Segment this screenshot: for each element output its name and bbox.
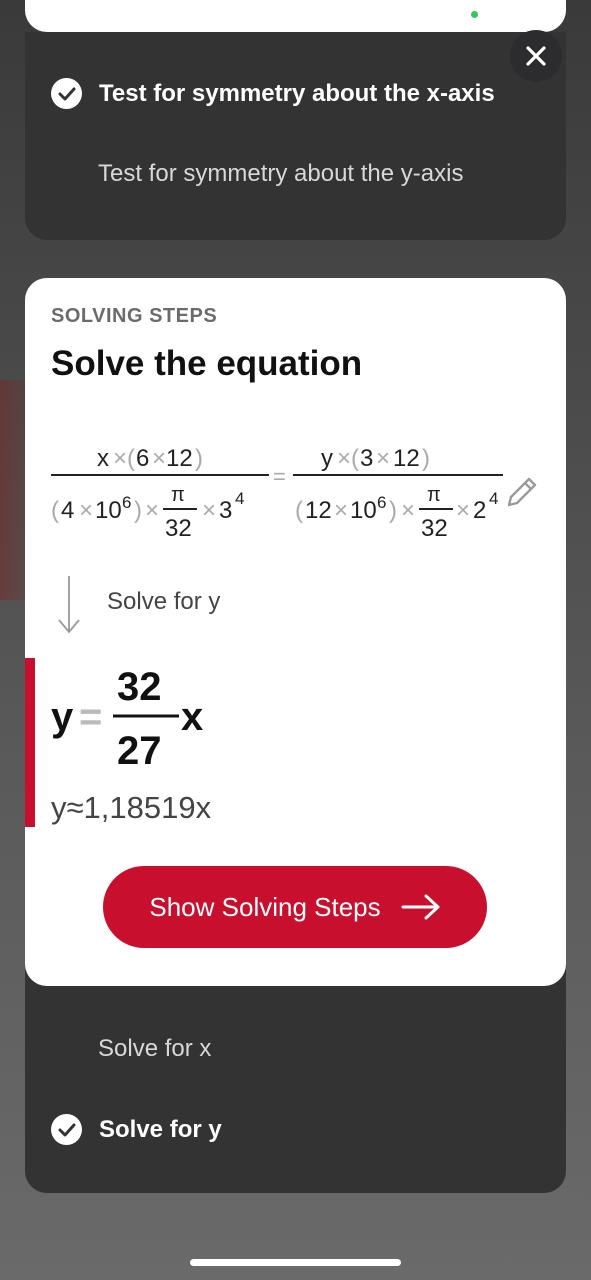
result-equation: y = 32 27 x (51, 665, 203, 773)
option-solve-y[interactable]: Solve for y (51, 1114, 222, 1145)
eq-rhs-pi: π (427, 484, 441, 506)
eq-rhs-num-a: 3 (360, 445, 373, 472)
option-label: Test for symmetry about the y-axis (98, 160, 464, 187)
eq-rhs-den-exp: 6 (377, 493, 386, 512)
check-icon (51, 1114, 82, 1145)
status-dot (471, 11, 478, 18)
eq-rhs-base: 2 (473, 497, 486, 524)
svg-text:): ) (389, 497, 397, 524)
svg-text:(: ( (127, 445, 135, 472)
options-panel-top: Test for symmetry about the x-axis Test … (25, 32, 566, 240)
eq-times: × (113, 445, 127, 472)
svg-text:(: ( (351, 445, 359, 472)
svg-text:(: ( (295, 497, 303, 524)
eq-lhs-num-a: 6 (136, 445, 149, 472)
result-accent-bar (25, 658, 35, 827)
eq-lhs-var: x (97, 445, 109, 472)
eq-rhs-den-c: 12 (305, 497, 332, 524)
card-eyebrow: SOLVING STEPS (51, 305, 218, 327)
cta-label: Show Solving Steps (149, 891, 381, 922)
svg-text:×: × (456, 497, 470, 524)
option-label: Test for symmetry about the x-axis (99, 79, 495, 107)
eq-rhs-den-32: 32 (421, 515, 448, 542)
option-symmetry-x[interactable]: Test for symmetry about the x-axis (51, 78, 495, 109)
svg-text:×: × (145, 497, 159, 524)
home-indicator[interactable] (190, 1259, 401, 1266)
eq-lhs-den-c: 4 (61, 497, 74, 524)
option-label: Solve for y (99, 1115, 222, 1143)
eq-rhs-var: y (321, 445, 333, 472)
eq-rhs-num-b: 12 (393, 445, 420, 472)
eq-rhs-den-ten: 10 (350, 497, 377, 524)
eq-equals: = (273, 464, 286, 489)
previous-card-edge (25, 0, 566, 32)
result-var: y (51, 695, 74, 739)
eq-lhs-den-32: 32 (165, 515, 192, 542)
eq-lhs-den-ten: 10 (95, 497, 122, 524)
result-num: 32 (117, 665, 162, 709)
svg-text:×: × (79, 497, 93, 524)
options-panel-bottom: Solve for x Solve for y (25, 960, 566, 1193)
pencil-icon[interactable] (503, 473, 541, 511)
step-label: Solve for y (107, 588, 221, 615)
eq-lhs-pow: 4 (235, 489, 244, 508)
svg-text:×: × (334, 497, 348, 524)
check-icon (51, 78, 82, 109)
eq-lhs-num-b: 12 (166, 445, 193, 472)
svg-text:×: × (152, 445, 166, 472)
result-approx: y≈1,18519x (51, 790, 212, 825)
down-arrow-icon (58, 576, 80, 634)
option-symmetry-y[interactable]: Test for symmetry about the y-axis (98, 160, 463, 188)
result-equals: = (79, 695, 102, 739)
svg-text:×: × (202, 497, 216, 524)
result-var2: x (181, 695, 203, 739)
close-button[interactable] (510, 30, 562, 82)
equation[interactable]: x × ( 6 × 12 ) ( 4 × 10 6 ) × π 32 × 3 4… (45, 428, 515, 548)
option-solve-x[interactable]: Solve for x (98, 1035, 211, 1063)
card-title: Solve the equation (51, 344, 363, 383)
svg-text:×: × (337, 445, 351, 472)
solving-steps-card: SOLVING STEPS Solve the equation x × ( 6… (25, 278, 566, 986)
svg-text:): ) (134, 497, 142, 524)
eq-rhs-pow: 4 (489, 489, 498, 508)
close-icon (526, 46, 546, 66)
svg-text:×: × (401, 497, 415, 524)
show-solving-steps-button[interactable]: Show Solving Steps (103, 866, 487, 948)
svg-text:×: × (376, 445, 390, 472)
eq-lhs-pi: π (171, 484, 185, 506)
svg-text:(: ( (51, 497, 59, 524)
result-den: 27 (117, 729, 162, 773)
option-label: Solve for x (98, 1035, 212, 1062)
svg-text:): ) (422, 445, 430, 472)
arrow-right-icon (401, 894, 440, 920)
svg-text:): ) (195, 445, 203, 472)
eq-lhs-base: 3 (219, 497, 232, 524)
eq-lhs-den-exp: 6 (122, 493, 131, 512)
